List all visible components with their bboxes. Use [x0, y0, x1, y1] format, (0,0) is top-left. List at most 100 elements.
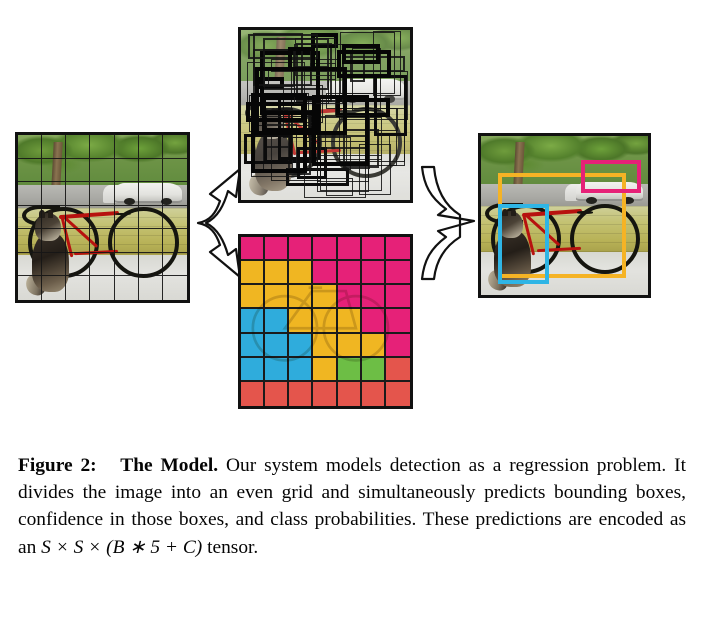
grid-cell	[162, 253, 187, 277]
grid-cell	[66, 252, 91, 277]
grid-cell	[42, 158, 67, 183]
class-cell-bicycle	[265, 285, 290, 310]
grid-cell	[115, 276, 139, 300]
class-cell-car	[385, 333, 410, 358]
class-cell-dog	[241, 333, 266, 358]
class-cell-bicycle	[313, 309, 338, 334]
grid-cell	[42, 229, 67, 253]
class-cell-bicycle	[241, 285, 266, 310]
grid-cell	[66, 276, 91, 300]
tensor-expression: S × S × (B ∗ 5 + C)	[41, 536, 203, 558]
class-cell-car	[361, 261, 386, 286]
grid-cell	[18, 276, 43, 300]
class-cell-dog	[289, 333, 314, 358]
class-cell-other	[289, 381, 314, 406]
class-cell-bicycle	[289, 261, 314, 286]
grid-cell	[18, 135, 43, 159]
class-probability-map-panel	[238, 234, 413, 409]
grid-cell	[139, 276, 163, 300]
grid-cell	[114, 158, 139, 183]
grid-cell	[42, 252, 67, 277]
grid-cell	[138, 182, 163, 206]
class-cell-bicycle	[361, 333, 386, 358]
grid-cell	[90, 182, 115, 206]
class-cell-car	[385, 285, 410, 310]
class-cell-dog	[265, 357, 290, 382]
predicted-bounding-box	[388, 134, 406, 167]
class-cell-bicycle	[337, 333, 362, 358]
grid-cell	[42, 182, 67, 206]
grid-cell	[162, 229, 187, 253]
grid-cell	[90, 229, 115, 253]
detection-boxes-layer	[481, 136, 648, 295]
class-cell-bicycle	[313, 333, 338, 358]
grid-cell	[162, 182, 187, 206]
grid-cell	[138, 135, 163, 159]
class-cell-car	[337, 261, 362, 286]
class-cell-bicycle	[241, 261, 266, 286]
grid-cell	[114, 229, 139, 253]
class-cell-bicycle	[337, 309, 362, 334]
figure-title: The Model.	[120, 455, 219, 476]
grid-cell	[114, 182, 139, 206]
grid-cell	[162, 135, 187, 159]
grid-cell	[42, 205, 67, 230]
grid-cell	[138, 205, 163, 230]
class-cell-dining-table	[361, 357, 386, 382]
grid-cell	[42, 135, 67, 159]
class-cell-car	[385, 261, 410, 286]
grid-cell	[18, 182, 43, 206]
grid-cell	[138, 252, 163, 277]
grid-cell	[114, 205, 139, 230]
grid-cell	[114, 135, 139, 159]
class-cell-car	[361, 237, 386, 262]
detection-box-car	[581, 159, 642, 194]
grid-cell	[90, 158, 115, 183]
class-probability-grid	[241, 237, 410, 406]
input-image-panel	[15, 132, 190, 303]
grid-cell	[114, 252, 139, 277]
class-cell-dog	[241, 357, 266, 382]
predicted-bounding-box-high-confidence	[288, 47, 316, 71]
class-cell-car	[385, 237, 410, 262]
grid-cell	[66, 135, 91, 159]
grid-cell	[162, 159, 187, 183]
bounding-boxes-panel	[238, 27, 413, 203]
sxs-grid-overlay	[18, 135, 187, 300]
class-cell-car	[313, 237, 338, 262]
detection-box-dog	[497, 204, 550, 284]
grid-cell	[90, 205, 115, 230]
figure-2-the-model: Figure 2: The Model. Our system models d…	[0, 0, 705, 623]
class-cell-bicycle	[289, 285, 314, 310]
grid-cell	[66, 229, 91, 253]
final-detections-panel	[478, 133, 651, 298]
grid-cell	[18, 252, 43, 277]
predicted-bounding-box-high-confidence	[342, 43, 380, 64]
class-cell-car	[241, 237, 266, 262]
class-cell-dog	[265, 333, 290, 358]
class-cell-other	[313, 381, 338, 406]
class-cell-car	[265, 237, 290, 262]
class-cell-other	[241, 381, 266, 406]
grid-cell	[66, 158, 91, 183]
grid-cell	[18, 229, 43, 253]
grid-cell	[90, 276, 115, 300]
class-cell-bicycle	[265, 261, 290, 286]
grid-cell	[90, 252, 115, 277]
grid-cell	[42, 276, 67, 300]
class-cell-car	[361, 285, 386, 310]
grid-cell	[66, 205, 91, 230]
grid-cell	[162, 206, 187, 230]
class-cell-other	[385, 357, 410, 382]
merge-arrow	[420, 165, 476, 281]
class-cell-car	[337, 237, 362, 262]
class-cell-car	[337, 285, 362, 310]
grid-cell	[18, 205, 43, 230]
class-cell-dining-table	[337, 357, 362, 382]
predicted-boxes-layer	[241, 30, 410, 200]
class-cell-car	[361, 309, 386, 334]
class-cell-car	[289, 237, 314, 262]
grid-cell	[18, 158, 43, 183]
class-cell-dog	[289, 357, 314, 382]
grid-cell	[138, 158, 163, 183]
